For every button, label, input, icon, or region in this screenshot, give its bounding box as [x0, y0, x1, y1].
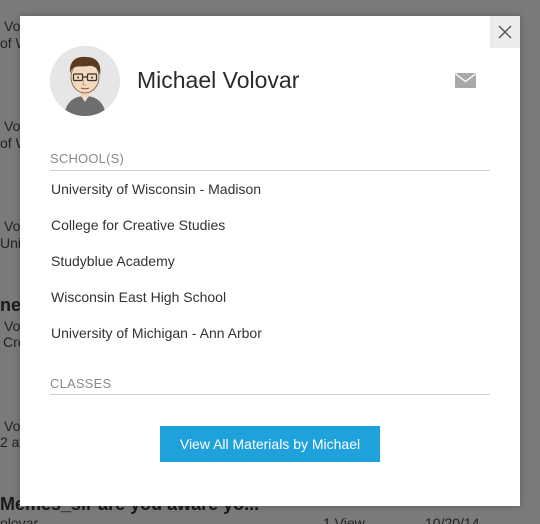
background-text: Vo	[4, 318, 21, 334]
school-item[interactable]: Studyblue Academy	[51, 253, 262, 289]
schools-section-label: SCHOOL(S)	[50, 151, 125, 166]
background-text: Vo	[4, 118, 21, 134]
background-text: Vo	[4, 18, 21, 34]
background-text: 1 View	[323, 515, 365, 524]
envelope-icon	[455, 73, 476, 88]
school-item[interactable]: College for Creative Studies	[51, 217, 262, 253]
background-text: olovar	[0, 515, 39, 524]
background-text: Vo	[4, 418, 21, 434]
mail-icon[interactable]	[455, 73, 476, 88]
cartoon-avatar-icon	[50, 46, 120, 116]
background-text: 10/20/14	[425, 515, 480, 524]
profile-name: Michael Volovar	[137, 67, 300, 93]
school-item[interactable]: University of Michigan - Ann Arbor	[51, 325, 262, 361]
school-item[interactable]: Wisconsin East High School	[51, 289, 262, 325]
classes-divider	[50, 394, 490, 395]
profile-modal: Michael Volovar SCHOOL(S) University of …	[20, 16, 520, 506]
schools-divider	[50, 170, 490, 171]
background-text: Vo	[4, 218, 21, 234]
school-list: University of Wisconsin - Madison Colleg…	[51, 181, 262, 361]
close-button[interactable]	[490, 16, 520, 48]
close-icon	[498, 25, 512, 39]
avatar	[50, 46, 120, 116]
school-item[interactable]: University of Wisconsin - Madison	[51, 181, 262, 217]
classes-section-label: CLASSES	[50, 376, 112, 391]
view-all-materials-button[interactable]: View All Materials by Michael	[160, 426, 380, 462]
